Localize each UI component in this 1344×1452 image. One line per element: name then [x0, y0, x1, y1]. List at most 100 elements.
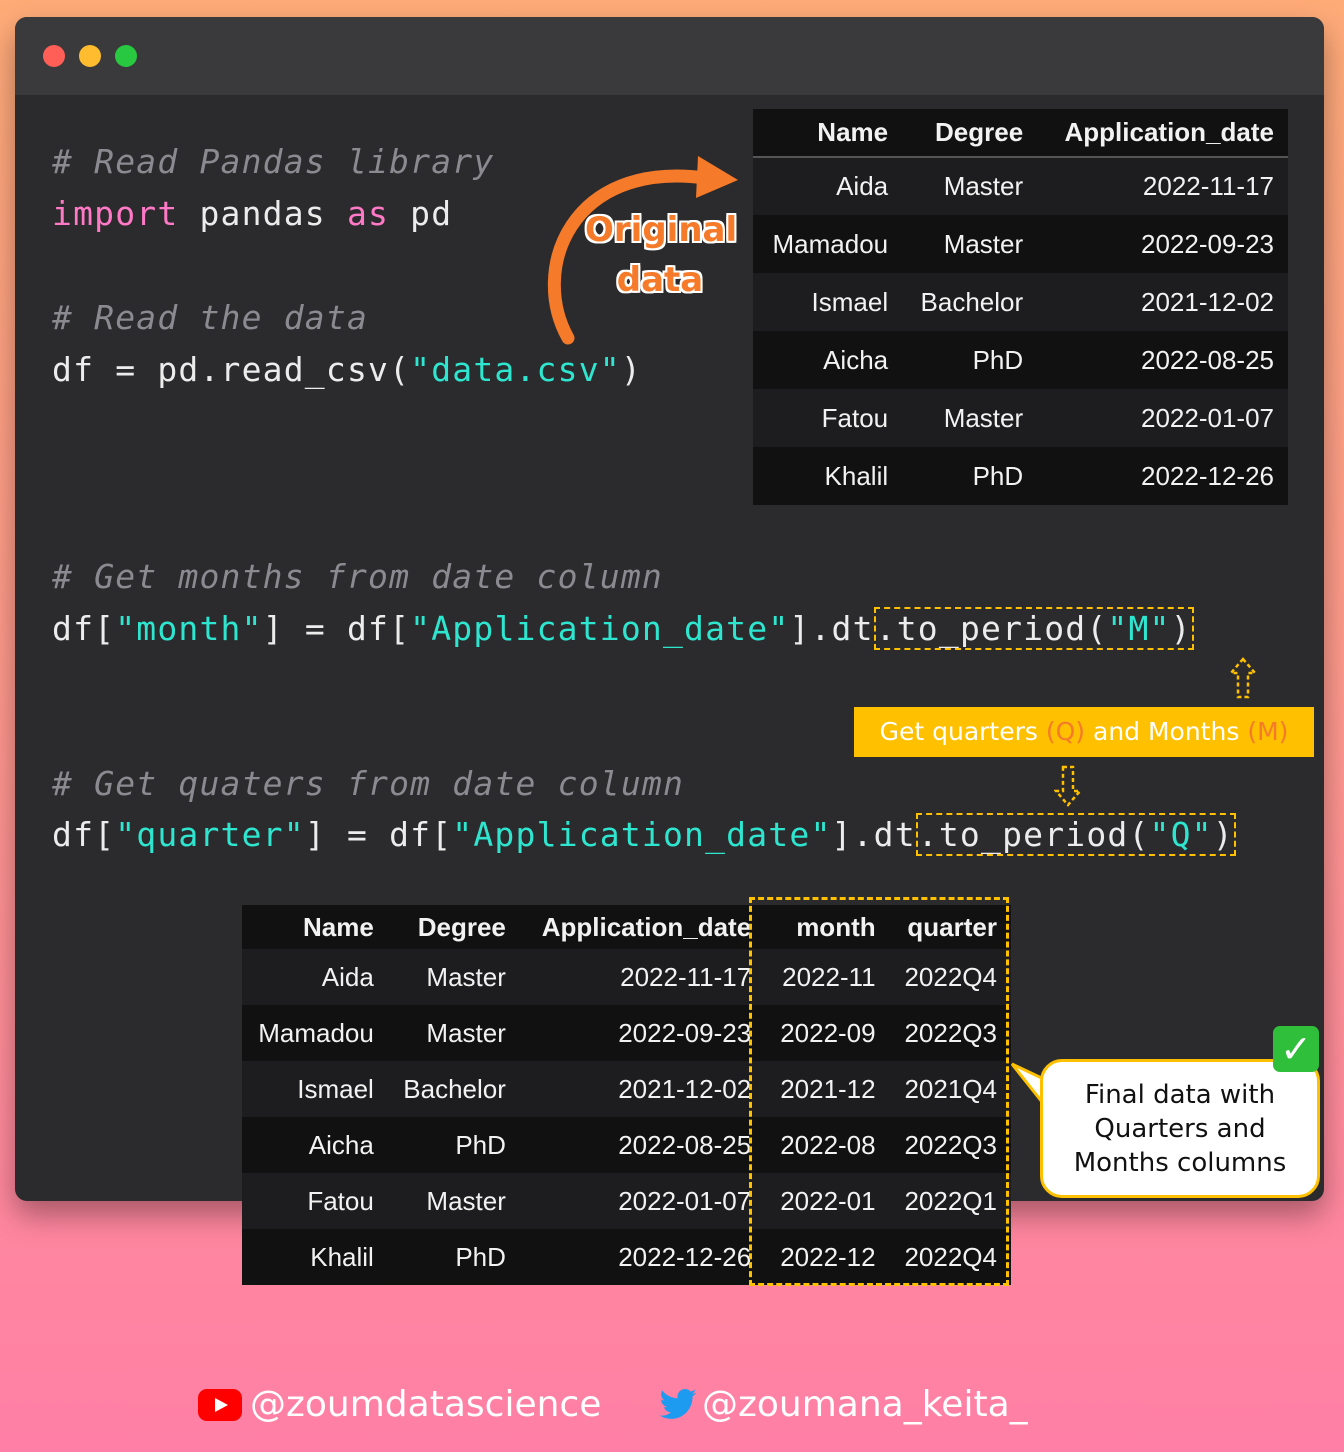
up-arrow-icon — [1229, 657, 1257, 699]
read-csv-call: df = pd.read_csv( — [52, 350, 411, 389]
table-cell-application-date: 2022-12-26 — [618, 1241, 752, 1272]
banner-m-code: (M) — [1247, 717, 1289, 746]
code-token: ].dt — [831, 815, 916, 854]
code-comment-read-data: # Read the data — [52, 298, 369, 337]
code-comment-months: # Get months from date column — [52, 557, 663, 596]
table-cell-degree: Bachelor — [403, 1073, 506, 1104]
table-cell-name: Mamadou — [772, 228, 889, 259]
youtube-handle: @zoumdatascience — [250, 1384, 602, 1425]
import-keyword: import — [52, 194, 179, 233]
table-cell-name: Aida — [321, 961, 374, 992]
banner-text: and Months — [1085, 717, 1248, 746]
table-cell-application-date: 2022-01-07 — [618, 1185, 752, 1216]
table-cell-degree: PhD — [455, 1129, 506, 1160]
window-titlebar — [15, 17, 1324, 95]
table-cell-application-date: 2022-09-23 — [1141, 228, 1274, 259]
table-cell-degree: Master — [943, 402, 1024, 433]
table-cell-degree: Bachelor — [920, 286, 1024, 317]
table-cell-degree: Master — [426, 1185, 506, 1216]
maximize-window-button[interactable] — [115, 45, 137, 67]
table-cell-name: Aicha — [823, 344, 889, 375]
twitter-bird-icon — [659, 1389, 697, 1419]
callout-line2: Quarters and — [1094, 1114, 1266, 1144]
table-cell-application-date: 2022-12-26 — [1141, 460, 1274, 491]
table-row: Aicha PhD 2022-08-25 — [753, 331, 1288, 389]
table-header-row: Name Degree Application_date — [753, 109, 1288, 158]
table-cell-application-date: 2022-11-17 — [1142, 171, 1274, 201]
column-header-degree: Degree — [902, 109, 1038, 158]
original-data-table: Name Degree Application_date Aida Master 2… — [753, 109, 1288, 505]
table-cell-name: Khalil — [824, 460, 889, 491]
as-keyword: as — [346, 194, 390, 233]
twitter-handle-link[interactable]: @zoumana_keita_ — [656, 1380, 1028, 1430]
to-period-call: .to_period( — [875, 609, 1108, 648]
table-row: Ismael Bachelor 2021-12-02 — [753, 273, 1288, 331]
original-data-label: Original data — [585, 205, 738, 305]
table-cell-degree: Master — [426, 1017, 506, 1048]
table-row: Aida Master 2022-11-17 — [753, 157, 1288, 215]
table-cell-application-date: 2022-08-25 — [618, 1129, 752, 1160]
csv-filename-string: "data.csv" — [410, 350, 621, 389]
youtube-handle-link[interactable]: @zoumdatascience — [198, 1380, 601, 1430]
table-cell-degree: Master — [943, 228, 1024, 259]
table-cell-application-date: 2021-12-02 — [618, 1073, 752, 1104]
table-row: Khalil PhD 2022-12-26 — [753, 447, 1288, 505]
banner-text: Get quarters — [879, 717, 1046, 746]
code-line-import: import pandas as pd — [52, 194, 452, 233]
table-cell-degree: PhD — [972, 460, 1024, 491]
code-token: df[ — [52, 609, 116, 648]
application-date-string: "Application_date" — [452, 815, 832, 854]
youtube-icon — [198, 1389, 242, 1421]
code-token: df[ — [52, 815, 116, 854]
code-token: ] = df[ — [304, 815, 453, 854]
table-cell-name: Fatou — [821, 402, 889, 433]
code-token: ] = df[ — [262, 609, 411, 648]
code-line-read-csv: df = pd.read_csv("data.csv") — [52, 350, 642, 389]
application-date-string: "Application_date" — [410, 609, 790, 648]
column-header-name: Name — [303, 911, 374, 942]
table-cell-degree: PhD — [455, 1241, 506, 1272]
checkmark-icon: ✓ — [1273, 1026, 1319, 1072]
quarters-months-banner: Get quarters (Q) and Months (M) — [854, 707, 1314, 757]
table-cell-application-date: 2022-01-07 — [1141, 402, 1274, 433]
column-header-name: Name — [753, 109, 903, 158]
table-cell-name: Ismael — [811, 286, 889, 317]
table-cell-name: Khalil — [310, 1241, 374, 1272]
callout-line1: Final data with — [1084, 1080, 1276, 1110]
table-cell-degree: Master — [943, 171, 1024, 201]
code-line-month: df["month"] = df["Application_date"].dt.… — [52, 607, 1194, 650]
table-cell-degree: Master — [426, 961, 506, 992]
table-cell-degree: PhD — [972, 344, 1024, 375]
module-alias: pd — [389, 194, 453, 233]
read-csv-close: ) — [620, 350, 642, 389]
close-window-button[interactable] — [43, 45, 65, 67]
table-cell-application-date: 2022-08-25 — [1141, 344, 1274, 375]
original-data-label-line2: data — [616, 260, 704, 300]
quarter-column-string: "quarter" — [115, 815, 305, 854]
callout-line3: Months columns — [1073, 1148, 1287, 1178]
quarter-period-string: "Q" — [1149, 815, 1213, 854]
original-data-label-line1: Original — [585, 210, 738, 250]
code-token: ) — [1170, 609, 1192, 648]
final-data-callout: Final data with Quarters and Months colu… — [1040, 1059, 1320, 1198]
column-header-degree: Degree — [417, 911, 506, 942]
month-to-period-highlight: .to_period("M") — [873, 607, 1194, 650]
month-period-string: "M" — [1107, 609, 1171, 648]
month-column-string: "month" — [115, 609, 263, 648]
table-cell-name: Fatou — [307, 1185, 374, 1216]
twitter-handle: @zoumana_keita_ — [702, 1384, 1028, 1425]
code-line-quarter: df["quarter"] = df["Application_date"].d… — [52, 813, 1236, 856]
code-token: ) — [1212, 815, 1234, 854]
to-period-call: .to_period( — [917, 815, 1150, 854]
table-cell-name: Ismael — [297, 1073, 374, 1104]
table-cell-application-date: 2022-09-23 — [618, 1017, 752, 1048]
code-comment-quarters: # Get quaters from date column — [52, 764, 685, 803]
code-token: ].dt — [789, 609, 874, 648]
column-header-application-date: Application_date — [1037, 109, 1288, 158]
table-cell-application-date: 2022-11-17 — [620, 961, 752, 992]
minimize-window-button[interactable] — [79, 45, 101, 67]
banner-q-code: (Q) — [1045, 717, 1086, 746]
original-table-body: Aida Master 2022-11-17 Mamadou Master 2022-09… — [753, 157, 1288, 505]
table-cell-application-date: 2021-12-02 — [1141, 286, 1274, 317]
down-arrow-icon — [1054, 765, 1082, 807]
